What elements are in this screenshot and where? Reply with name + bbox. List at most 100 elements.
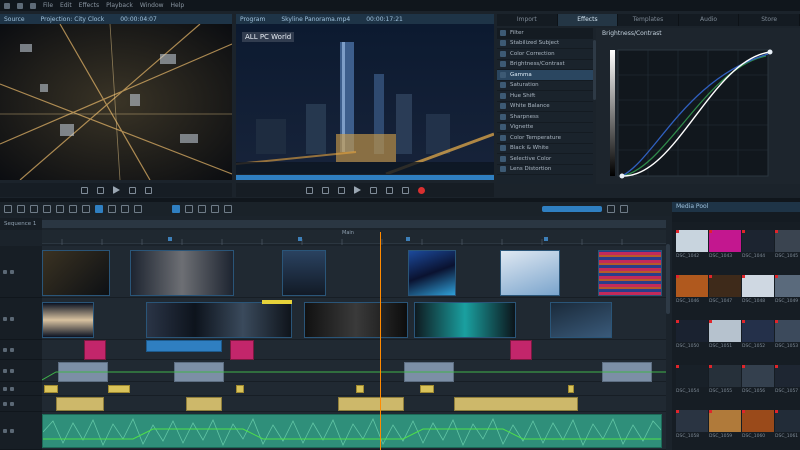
zoom-tool-icon[interactable] bbox=[211, 205, 219, 213]
audio-clip[interactable] bbox=[236, 385, 244, 393]
curve-point-end[interactable] bbox=[767, 49, 773, 55]
audio-clip[interactable] bbox=[568, 385, 574, 393]
media-thumbnail[interactable] bbox=[742, 365, 774, 387]
effect-item[interactable]: White Balance bbox=[497, 102, 593, 112]
effect-item[interactable]: Gamma bbox=[497, 70, 593, 81]
audio-clip[interactable] bbox=[454, 397, 578, 411]
mark-out-button[interactable] bbox=[144, 186, 152, 194]
menu-file[interactable]: File bbox=[43, 2, 53, 9]
next-frame-button[interactable] bbox=[385, 186, 393, 194]
mute-icon[interactable] bbox=[3, 316, 7, 321]
pointer-tool-icon[interactable] bbox=[172, 205, 180, 213]
link-icon[interactable] bbox=[108, 205, 116, 213]
lock-icon[interactable] bbox=[10, 428, 14, 433]
effect-item[interactable]: Vignette bbox=[497, 123, 593, 133]
marker-icon[interactable] bbox=[43, 205, 51, 213]
media-thumbnail[interactable] bbox=[742, 320, 774, 342]
effect-track[interactable] bbox=[42, 360, 666, 382]
media-thumbnail[interactable] bbox=[775, 410, 800, 432]
play-button[interactable] bbox=[112, 186, 120, 194]
menu-playback[interactable]: Playback bbox=[106, 2, 133, 9]
lock-icon[interactable] bbox=[10, 401, 14, 406]
settings-icon[interactable] bbox=[620, 205, 628, 213]
track-header-2[interactable] bbox=[0, 298, 42, 340]
source-monitor-view[interactable] bbox=[0, 24, 232, 180]
media-thumbnail[interactable] bbox=[709, 275, 741, 297]
media-thumbnail[interactable] bbox=[742, 230, 774, 252]
sequence-tab[interactable]: Sequence 1 bbox=[0, 218, 42, 230]
video-clip[interactable] bbox=[550, 302, 612, 338]
audio-clip[interactable] bbox=[356, 385, 364, 393]
effect-item[interactable]: Brightness/Contrast bbox=[497, 60, 593, 70]
curve-point-start[interactable] bbox=[619, 173, 625, 179]
effect-item[interactable]: Saturation bbox=[497, 81, 593, 91]
lock-icon[interactable] bbox=[10, 316, 14, 321]
media-thumbnail[interactable] bbox=[775, 320, 800, 342]
video-clip[interactable] bbox=[414, 302, 516, 338]
effect-item[interactable]: Black & White bbox=[497, 144, 593, 154]
media-thumbnail[interactable] bbox=[775, 230, 800, 252]
effect-item[interactable]: Color Correction bbox=[497, 49, 593, 60]
ungroup-icon[interactable] bbox=[69, 205, 77, 213]
track-header-1[interactable] bbox=[0, 246, 42, 298]
magenta-clip[interactable] bbox=[230, 340, 254, 360]
effect-item[interactable]: Lens Distortion bbox=[497, 165, 593, 175]
media-thumbnail[interactable] bbox=[709, 230, 741, 252]
ripple-icon[interactable] bbox=[30, 205, 38, 213]
menu-effects[interactable]: Effects bbox=[79, 2, 99, 9]
media-thumbnail[interactable] bbox=[676, 365, 708, 387]
media-thumbnail[interactable] bbox=[742, 275, 774, 297]
magenta-clip[interactable] bbox=[510, 340, 532, 360]
audio-clip[interactable] bbox=[56, 397, 104, 411]
tab-store[interactable]: Store bbox=[739, 14, 800, 26]
curve-editor[interactable]: Brightness/Contrast bbox=[596, 28, 800, 184]
video-clip[interactable] bbox=[408, 250, 456, 296]
go-start-button[interactable] bbox=[305, 186, 313, 194]
snap-icon[interactable] bbox=[95, 205, 103, 213]
track-header-4[interactable] bbox=[0, 360, 42, 382]
curve-graph[interactable] bbox=[596, 28, 800, 184]
effect-item[interactable]: Selective Color bbox=[497, 154, 593, 165]
audio-track-1[interactable] bbox=[42, 396, 666, 412]
redo-icon[interactable] bbox=[134, 205, 142, 213]
blade-tool-icon[interactable] bbox=[185, 205, 193, 213]
menu-window[interactable]: Window bbox=[140, 2, 164, 9]
lock-icon[interactable] bbox=[10, 368, 14, 373]
tab-audio[interactable]: Audio bbox=[679, 14, 740, 26]
media-thumbnail[interactable] bbox=[709, 320, 741, 342]
save-icon[interactable] bbox=[17, 2, 23, 9]
media-thumbnail[interactable] bbox=[676, 410, 708, 432]
audio-clip[interactable] bbox=[108, 385, 130, 393]
step-back-button[interactable] bbox=[96, 186, 104, 194]
delete-icon[interactable] bbox=[17, 205, 25, 213]
effect-item[interactable]: Color Temperature bbox=[497, 133, 593, 144]
mute-icon[interactable] bbox=[3, 347, 7, 352]
track-header-6[interactable] bbox=[0, 396, 42, 412]
mute-icon[interactable] bbox=[3, 428, 7, 433]
timeline-overview-bar[interactable] bbox=[42, 220, 666, 228]
zoom-slider[interactable] bbox=[542, 206, 602, 212]
effects-filter[interactable]: Filter bbox=[497, 28, 593, 39]
split-icon[interactable] bbox=[4, 205, 12, 213]
go-end-button[interactable] bbox=[401, 186, 409, 194]
volume-line[interactable] bbox=[42, 360, 666, 382]
video-track-2[interactable] bbox=[42, 298, 666, 340]
program-monitor-view[interactable]: ALL PC World bbox=[236, 24, 494, 174]
timeline-ruler[interactable]: Main bbox=[42, 230, 666, 245]
lock-icon[interactable] bbox=[10, 386, 14, 391]
audio-clip[interactable] bbox=[420, 385, 434, 393]
mute-icon[interactable] bbox=[3, 368, 7, 373]
tab-import[interactable]: Import bbox=[497, 14, 558, 26]
prev-frame-button[interactable] bbox=[321, 186, 329, 194]
video-track-1[interactable] bbox=[42, 246, 666, 298]
video-clip[interactable] bbox=[130, 250, 234, 296]
mark-in-button[interactable] bbox=[80, 186, 88, 194]
music-clip[interactable] bbox=[42, 414, 662, 448]
mute-icon[interactable] bbox=[3, 386, 7, 391]
video-clip[interactable] bbox=[598, 250, 662, 296]
video-clip[interactable] bbox=[42, 302, 94, 338]
effect-item[interactable]: Stabilized Subject bbox=[497, 39, 593, 49]
video-clip[interactable] bbox=[500, 250, 560, 296]
video-clip[interactable] bbox=[146, 302, 292, 338]
track-header-3[interactable] bbox=[0, 340, 42, 360]
